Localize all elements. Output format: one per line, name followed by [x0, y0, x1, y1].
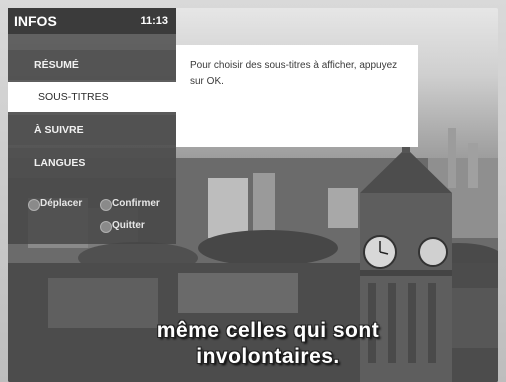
menu-title: INFOS	[14, 13, 57, 29]
menu-item-a-suivre[interactable]: À SUIVRE	[8, 115, 176, 145]
clock-time: 11:13	[140, 15, 168, 27]
menu-header: INFOS 11:13	[8, 8, 176, 34]
menu-item-resume[interactable]: RÉSUMÉ	[8, 50, 176, 80]
menu-item-langues[interactable]: LANGUES	[8, 148, 176, 178]
menu-item-label: LANGUES	[34, 157, 86, 169]
hint-move: Déplacer	[40, 198, 83, 209]
menu-item-label: À SUIVRE	[34, 124, 84, 136]
hint-confirm: Confirmer	[112, 198, 160, 209]
menu-item-sous-titres[interactable]: SOUS-TITRES	[8, 82, 176, 112]
back-button-icon	[100, 221, 112, 233]
navigate-arrows-icon	[28, 199, 40, 211]
info-text: Pour choisir des sous-titres à afficher,…	[190, 60, 398, 87]
hint-quit: Quitter	[112, 220, 145, 231]
subtitle-line-1: même celles qui sont	[156, 319, 380, 342]
subtitle-line-2: involontaires.	[196, 345, 340, 368]
menu-item-label: SOUS-TITRES	[38, 91, 109, 103]
infos-menu: INFOS 11:13 RÉSUMÉ SOUS-TITRES À SUIVRE …	[8, 8, 176, 244]
subtitle-text: même celles qui sont involontaires.	[48, 318, 488, 370]
ok-button-icon	[100, 199, 112, 211]
info-description-box: Pour choisir des sous-titres à afficher,…	[176, 45, 418, 147]
menu-item-label: RÉSUMÉ	[34, 59, 79, 71]
